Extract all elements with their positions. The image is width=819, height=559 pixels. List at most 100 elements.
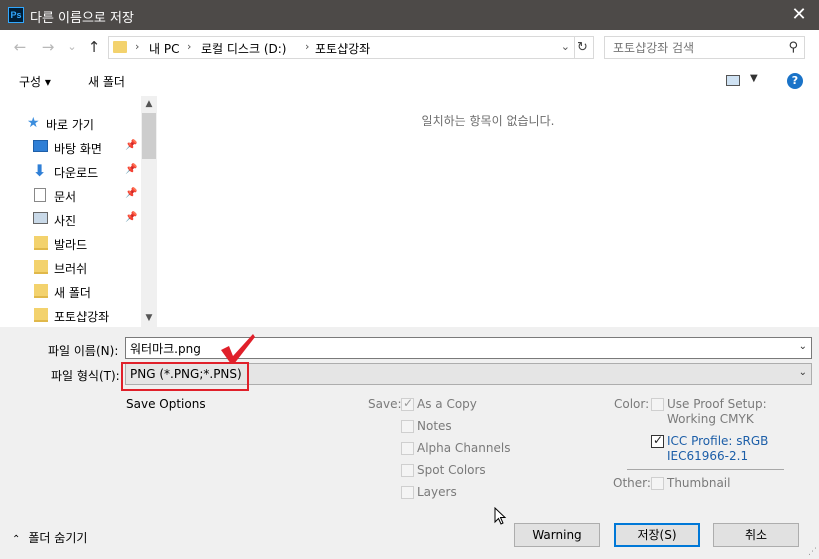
cancel-button[interactable]: 취소 xyxy=(713,523,799,547)
red-checkmark-annotation xyxy=(221,334,255,364)
spot-colors-label: Spot Colors xyxy=(417,463,486,477)
thumbnail-label: Thumbnail xyxy=(667,476,731,490)
hide-folders-button[interactable]: ⌃ 폴더 숨기기 xyxy=(12,529,87,546)
sidebar-item-pictures[interactable]: 사진 📌 xyxy=(0,208,141,230)
folder-icon xyxy=(34,284,48,298)
alpha-channels-checkbox[interactable] xyxy=(401,442,414,455)
breadcrumb-separator: › xyxy=(135,40,140,53)
back-arrow-icon[interactable]: ← xyxy=(10,38,30,56)
pictures-icon xyxy=(33,212,48,224)
breadcrumb-current-folder[interactable]: 포토샵강좌 xyxy=(315,40,370,57)
sidebar-item-label: 브러쉬 xyxy=(54,262,88,276)
photoshop-app-icon: Ps xyxy=(8,7,24,23)
hide-folders-label: 폴더 숨기기 xyxy=(28,531,88,545)
folder-icon xyxy=(34,236,48,250)
download-icon: ⬇ xyxy=(33,161,47,180)
sidebar-item-label: 새 폴더 xyxy=(54,286,91,300)
address-bar[interactable]: › 내 PC › 로컬 디스크 (D:) › 포토샵강좌 ⌄ xyxy=(108,36,575,59)
organize-menu-button[interactable]: 구성 ▾ xyxy=(19,73,51,90)
breadcrumb-separator: › xyxy=(305,40,310,53)
sidebar-item-label: 문서 xyxy=(54,190,77,204)
icc-profile-checkbox[interactable] xyxy=(651,433,664,448)
thumbnail-checkbox[interactable] xyxy=(651,477,664,490)
notes-label: Notes xyxy=(417,419,452,433)
filename-label: 파일 이름(N): xyxy=(48,344,119,358)
as-a-copy-checkbox[interactable] xyxy=(401,396,414,411)
window-title: 다른 이름으로 저장 xyxy=(30,11,134,26)
alpha-channels-label: Alpha Channels xyxy=(417,441,511,455)
layers-checkbox[interactable] xyxy=(401,486,414,499)
pin-icon: 📌 xyxy=(125,164,138,175)
as-a-copy-label: As a Copy xyxy=(417,397,477,411)
chevron-down-icon[interactable]: ⌄ xyxy=(561,40,570,53)
sidebar-item-folder-brush[interactable]: 브러쉬 xyxy=(0,256,141,278)
save-form-panel: 파일 이름(N): ⌄ 파일 형식(T): PNG (*.PNG;*.PNS) … xyxy=(0,327,819,559)
breadcrumb-this-pc[interactable]: 내 PC xyxy=(149,40,179,57)
layers-label: Layers xyxy=(417,485,457,499)
navigation-pane-scrollbar[interactable]: ▲ ▼ xyxy=(141,96,157,327)
sidebar-item-label: 다운로드 xyxy=(54,166,99,180)
title-bar: Ps 다른 이름으로 저장 ✕ xyxy=(0,0,819,30)
pin-icon: 📌 xyxy=(125,140,138,151)
sidebar-item-folder-photoshop[interactable]: 포토샵강좌 xyxy=(0,304,141,326)
command-toolbar: 구성 ▾ 새 폴더 ▼ ? xyxy=(0,66,819,96)
sidebar-item-label: 발라드 xyxy=(54,238,88,252)
help-icon[interactable]: ? xyxy=(787,73,803,89)
resize-grip-icon[interactable]: ⋰ xyxy=(808,547,817,557)
sidebar-item-quick-access[interactable]: ★ 바로 가기 xyxy=(0,112,141,134)
empty-message: 일치하는 항목이 없습니다. xyxy=(421,114,555,128)
search-input[interactable] xyxy=(605,37,780,58)
chevron-up-icon: ⌃ xyxy=(12,534,21,545)
sidebar-item-downloads[interactable]: ⬇ 다운로드 📌 xyxy=(0,160,141,182)
scroll-up-icon[interactable]: ▲ xyxy=(141,96,157,113)
sidebar-item-desktop[interactable]: 바탕 화면 📌 xyxy=(0,136,141,158)
navigation-pane: ★ 바로 가기 바탕 화면 📌 ⬇ 다운로드 📌 문서 📌 사진 📌 발라드 브… xyxy=(0,96,157,327)
sidebar-item-folder-new[interactable]: 새 폴더 xyxy=(0,280,141,302)
options-divider xyxy=(627,469,784,470)
use-proof-setup-checkbox[interactable] xyxy=(651,398,664,411)
recent-locations-chevron-icon[interactable]: ⌄ xyxy=(62,38,82,56)
search-box[interactable]: ⚲ xyxy=(604,36,805,59)
chevron-down-icon[interactable]: ⌄ xyxy=(799,341,807,352)
highlight-annotation-box xyxy=(121,362,249,391)
star-icon: ★ xyxy=(27,115,40,131)
breadcrumb-separator: › xyxy=(187,40,192,53)
forward-arrow-icon[interactable]: → xyxy=(38,38,58,56)
scrollbar-thumb[interactable] xyxy=(142,113,156,159)
sidebar-item-documents[interactable]: 문서 📌 xyxy=(0,184,141,206)
spot-colors-checkbox[interactable] xyxy=(401,464,414,477)
use-proof-setup-label: Use Proof Setup: xyxy=(667,397,767,411)
sidebar-item-label: 사진 xyxy=(54,214,77,228)
refresh-icon[interactable]: ↻ xyxy=(572,36,594,59)
pin-icon: 📌 xyxy=(125,188,138,199)
new-folder-button[interactable]: 새 폴더 xyxy=(88,73,125,90)
breadcrumb-local-disk[interactable]: 로컬 디스크 (D:) xyxy=(201,40,286,57)
file-list[interactable]: 일치하는 항목이 없습니다. xyxy=(157,96,819,327)
chevron-down-icon[interactable]: ⌄ xyxy=(799,367,807,378)
up-arrow-icon[interactable]: ↑ xyxy=(84,38,104,56)
sidebar-item-label: 바로 가기 xyxy=(46,118,94,132)
filetype-label: 파일 형식(T): xyxy=(51,369,120,383)
icc-profile-label: ICC Profile: sRGB xyxy=(667,434,769,448)
document-icon xyxy=(34,188,46,202)
save-label: Save: xyxy=(368,397,402,411)
sidebar-item-label: 바탕 화면 xyxy=(54,142,102,156)
save-button[interactable]: 저장(S) xyxy=(614,523,700,547)
folder-icon xyxy=(34,308,48,322)
scroll-down-icon[interactable]: ▼ xyxy=(141,310,157,327)
other-label: Other: xyxy=(613,476,651,490)
navigation-bar: ← → ⌄ ↑ › 내 PC › 로컬 디스크 (D:) › 포토샵강좌 ⌄ ↻… xyxy=(0,30,819,66)
proof-setup-value: Working CMYK xyxy=(667,412,754,426)
notes-checkbox[interactable] xyxy=(401,420,414,433)
save-options-heading: Save Options xyxy=(126,397,206,411)
mouse-cursor-icon xyxy=(494,507,507,525)
close-button[interactable]: ✕ xyxy=(779,0,819,30)
folder-icon xyxy=(34,260,48,274)
warning-button[interactable]: Warning xyxy=(514,523,600,547)
view-options-icon[interactable] xyxy=(726,75,740,86)
chevron-down-icon[interactable]: ▼ xyxy=(750,73,758,84)
pin-icon: 📌 xyxy=(125,212,138,223)
sidebar-item-label: 포토샵강좌 xyxy=(54,310,110,324)
search-icon[interactable]: ⚲ xyxy=(788,40,798,55)
sidebar-item-folder-ballad[interactable]: 발라드 xyxy=(0,232,141,254)
